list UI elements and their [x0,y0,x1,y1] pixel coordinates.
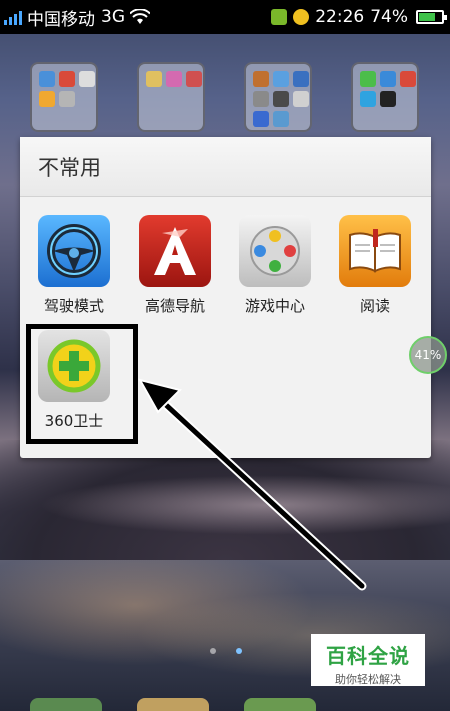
battery-icon [416,10,447,24]
highlight-box [26,324,138,444]
app-gaode-navigation[interactable]: 高德导航 [131,215,219,316]
home-folder-1[interactable] [30,62,98,132]
dock-app-3[interactable] [244,698,316,711]
floating-memory-widget[interactable]: 41% [409,336,447,374]
home-folder-3[interactable] [244,62,312,132]
watermark: 百科全说 助你轻松解决 [311,634,425,686]
app-label: 阅读 [359,297,390,315]
notification-app-icon [271,9,288,25]
app-driving-mode[interactable]: 驾驶模式 [30,215,118,316]
signal-strength-icon [4,9,22,25]
page-indicator [210,648,242,654]
clock: 22:26 [315,7,365,27]
gamepad-icon [239,215,311,287]
status-bar: 中国移动 3G 22:26 74% [0,0,450,34]
home-folder-2[interactable] [137,62,205,132]
app-reading[interactable]: 阅读 [331,215,419,316]
home-folder-4[interactable] [351,62,419,132]
gaode-navigation-icon [139,215,211,287]
app-label: 高德导航 [144,297,205,315]
wallpaper-clouds [0,470,450,540]
watermark-subtitle: 助你轻松解决 [335,673,401,686]
battery-percent: 74% [370,7,408,27]
watermark-title: 百科全说 [326,644,410,668]
book-icon [339,215,411,287]
folder-title[interactable]: 不常用 [20,137,431,197]
notification-coin-icon [293,9,310,25]
page-dot[interactable] [210,648,216,654]
steering-wheel-icon [38,215,110,287]
dock-app-1[interactable] [30,698,102,711]
app-game-center[interactable]: 游戏中心 [231,215,319,316]
page-dot-active[interactable] [236,648,242,654]
app-label: 驾驶模式 [43,297,104,315]
app-label: 游戏中心 [244,297,305,315]
dock-app-2[interactable] [137,698,209,711]
network-type: 3G [101,7,125,27]
carrier-name: 中国移动 [27,9,95,30]
wifi-icon [129,8,151,25]
